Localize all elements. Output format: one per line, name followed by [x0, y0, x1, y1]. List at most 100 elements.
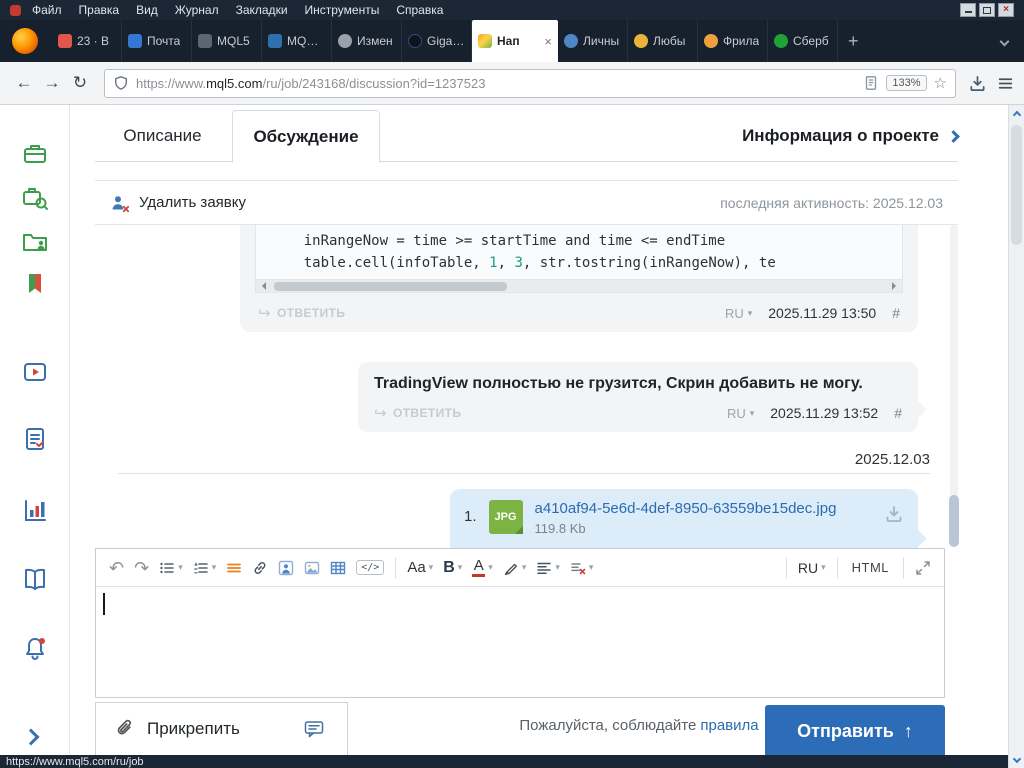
window-scrollbar[interactable] [1008, 105, 1024, 768]
url-bar[interactable]: https://www.mql5.com/ru/job/243168/discu… [104, 68, 956, 98]
horizontal-scrollbar[interactable] [256, 279, 902, 292]
redo-button[interactable]: ↷ [129, 553, 154, 583]
undo-button[interactable]: ↶ [104, 553, 129, 583]
reply-button[interactable]: ↪ Ответить [374, 404, 461, 422]
close-button[interactable]: × [998, 3, 1014, 17]
new-tab-button[interactable]: + [838, 31, 869, 52]
tab-favicon [564, 34, 578, 48]
message-bubble: inRangeNow = time >= startTime and time … [240, 225, 918, 332]
zoom-indicator[interactable]: 133% [886, 75, 927, 91]
delete-application-button[interactable]: Удалить заявку [110, 193, 246, 213]
sidebar-chart-icon[interactable] [21, 497, 49, 525]
browser-tab[interactable]: Измен [332, 20, 402, 62]
browser-tab[interactable]: Личны [558, 20, 628, 62]
tab-favicon [58, 34, 72, 48]
reply-button[interactable]: ↪ Ответить [258, 304, 345, 322]
scroll-right-button[interactable] [892, 282, 900, 290]
font-color-button[interactable]: A ▾ [467, 553, 498, 583]
menu-history[interactable]: Журнал [175, 3, 219, 17]
sidebar-videos-icon[interactable] [21, 358, 49, 386]
scroll-down-button[interactable] [1009, 752, 1024, 768]
reader-mode-icon[interactable] [863, 75, 879, 91]
code-insert-button[interactable]: </> [351, 553, 389, 583]
shield-icon[interactable] [113, 75, 129, 91]
bookmark-star-icon[interactable]: ☆ [934, 74, 947, 92]
scroll-up-button[interactable] [1009, 105, 1024, 121]
browser-tab[interactable]: MQL5 Code [262, 20, 332, 62]
browser-tab[interactable]: Почта [122, 20, 192, 62]
highlight-button[interactable]: ▾ [498, 553, 532, 583]
browser-tab[interactable]: MQL5 [192, 20, 262, 62]
attach-file-button[interactable]: Прикрепить [95, 702, 281, 755]
menu-file[interactable]: Файл [32, 3, 62, 17]
browser-tab[interactable]: Сберб [768, 20, 838, 62]
sidebar-articles-icon[interactable] [21, 425, 49, 453]
language-dropdown[interactable]: RU ▾ [725, 306, 752, 321]
attachment-filename-link[interactable]: a410af94-5e6d-4def-8950-63559be15dec.jpg [535, 500, 837, 517]
hamburger-menu-icon[interactable] [997, 75, 1014, 92]
forward-button[interactable]: → [38, 73, 66, 93]
font-size-button[interactable]: Aa ▾ [402, 553, 438, 583]
message-anchor-link[interactable]: # [894, 405, 902, 421]
scrollbar-thumb[interactable] [274, 281, 507, 291]
sidebar-jobs-icon[interactable] [21, 140, 49, 168]
table-insert-button[interactable] [325, 553, 351, 583]
back-button[interactable]: ← [10, 73, 38, 93]
window-scrollbar-thumb[interactable] [1011, 125, 1022, 245]
sidebar-education-icon[interactable] [21, 565, 49, 593]
comment-input-area[interactable] [96, 587, 944, 697]
menu-help[interactable]: Справка [396, 3, 443, 17]
align-button[interactable]: ▾ [531, 553, 565, 583]
menu-tools[interactable]: Инструменты [305, 3, 380, 17]
tab-overflow-button[interactable] [999, 32, 1010, 50]
menu-edit[interactable]: Правка [79, 3, 120, 17]
minimize-button[interactable] [960, 3, 976, 17]
sidebar-expand-button[interactable] [22, 728, 53, 758]
scroll-left-button[interactable] [258, 282, 266, 290]
tab-favicon [774, 34, 788, 48]
editor-language-dropdown[interactable]: RU ▾ [793, 553, 831, 583]
browser-tab[interactable]: Фрила [698, 20, 768, 62]
download-attachment-button[interactable] [884, 504, 904, 550]
sidebar-job-search-icon[interactable] [21, 184, 49, 212]
sidebar-notifications-icon[interactable] [21, 635, 49, 663]
reload-button[interactable]: ↻ [66, 73, 94, 93]
message-template-button[interactable] [280, 702, 348, 755]
browser-tab[interactable]: Любы [628, 20, 698, 62]
up-arrow-icon: ↑ [903, 720, 913, 741]
html-mode-button[interactable]: HTML [844, 560, 897, 575]
clear-format-button[interactable]: ▾ [565, 553, 599, 583]
sidebar-applications-icon[interactable] [21, 228, 49, 256]
bold-button[interactable]: B ▾ [438, 553, 467, 583]
tab-description[interactable]: Описание [95, 110, 230, 162]
tab-label: MQL5 [217, 34, 250, 48]
tab-discussion[interactable]: Обсуждение [232, 110, 380, 163]
image-insert-button[interactable] [299, 553, 325, 583]
tab-favicon [338, 34, 352, 48]
menu-view[interactable]: Вид [136, 3, 158, 17]
send-button[interactable]: Отправить ↑ [765, 705, 945, 755]
numbered-list-button[interactable]: ▾ [188, 553, 222, 583]
firefox-logo-icon[interactable] [12, 28, 38, 54]
expand-editor-button[interactable] [910, 553, 936, 583]
sidebar-bookmark-icon[interactable] [21, 270, 49, 298]
tab-close-button[interactable]: × [544, 34, 552, 49]
bullet-list-button[interactable]: ▾ [154, 553, 188, 583]
browser-tab[interactable]: 23 · В [52, 20, 122, 62]
code-block: inRangeNow = time >= startTime and time … [255, 225, 903, 293]
rules-link[interactable]: правила [700, 717, 758, 734]
browser-tab[interactable]: GigaCh [402, 20, 472, 62]
message-anchor-link[interactable]: # [892, 305, 900, 321]
link-button[interactable] [247, 553, 273, 583]
menu-bookmarks[interactable]: Закладки [236, 3, 288, 17]
code-line: table.cell(infoTable, 1, 3, str.tostring… [270, 255, 776, 271]
avatar-insert-button[interactable] [273, 553, 299, 583]
language-dropdown[interactable]: RU ▾ [727, 406, 754, 421]
browser-tab-active[interactable]: Нап × [472, 20, 558, 62]
horizontal-rule-button[interactable] [221, 553, 247, 583]
content-scrollbar-thumb[interactable] [949, 495, 959, 547]
project-info-link[interactable]: Информация о проекте [742, 110, 960, 162]
downloads-icon[interactable] [968, 74, 987, 93]
maximize-button[interactable] [979, 3, 995, 17]
page-content: Описание Обсуждение Информация о проекте… [70, 105, 1008, 755]
